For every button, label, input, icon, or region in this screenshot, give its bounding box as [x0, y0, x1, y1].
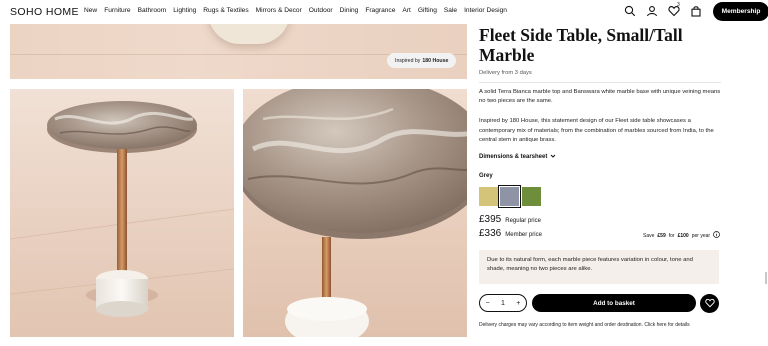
product-image-top[interactable]: [10, 24, 467, 79]
side-table-illustration: [10, 101, 234, 317]
nav-item-art[interactable]: Art: [402, 7, 410, 14]
delivery-charges-note[interactable]: Delivery charges may vary according to i…: [479, 322, 690, 328]
swatch-green[interactable]: [522, 187, 541, 206]
swatch-grey[interactable]: [498, 185, 521, 208]
swatch-yellow[interactable]: [479, 187, 498, 206]
member-price-row: £336 Member price: [479, 228, 542, 239]
save-text: Save: [643, 232, 655, 239]
heart-icon: [704, 295, 715, 313]
dimensions-toggle[interactable]: Dimensions & tearsheet: [479, 153, 556, 161]
nav-item-interior-design[interactable]: Interior Design: [464, 7, 507, 14]
nav-item-gifting[interactable]: Gifting: [418, 7, 437, 14]
badge-house-name: 180 House: [422, 57, 449, 64]
decrease-quantity-button[interactable]: −: [486, 300, 490, 307]
nav-item-dining[interactable]: Dining: [340, 7, 359, 14]
membership-button[interactable]: Membership: [713, 2, 768, 21]
nav-item-furniture[interactable]: Furniture: [104, 7, 130, 14]
regular-price: £395: [479, 214, 502, 225]
header-icons: [624, 5, 702, 17]
chevron-down-icon: [550, 153, 556, 161]
add-to-basket-button[interactable]: Add to basket: [532, 294, 696, 312]
add-to-wishlist-button[interactable]: [700, 294, 719, 313]
site-header: SOHO HOME New Furniture Bathroom Lightin…: [0, 0, 768, 24]
member-price-label: Member price: [505, 232, 542, 238]
search-icon[interactable]: [624, 5, 636, 17]
regular-price-label: Regular price: [505, 218, 541, 224]
main-nav: New Furniture Bathroom Lighting Rugs & T…: [84, 7, 507, 14]
scrollbar-thumb[interactable]: [765, 272, 767, 284]
regular-price-row: £395 Regular price: [479, 214, 541, 225]
marble-base-image: [208, 24, 290, 44]
product-description-1: A solid Terra Bianca marble top and Bans…: [479, 89, 721, 104]
product-image-closeup[interactable]: [243, 89, 467, 337]
info-icon[interactable]: [713, 231, 720, 240]
quantity-value: 1: [501, 299, 505, 307]
save-for: for: [668, 232, 675, 239]
increase-quantity-button[interactable]: +: [516, 300, 520, 307]
product-image-full-table[interactable]: [10, 89, 234, 337]
site-logo[interactable]: SOHO HOME: [10, 6, 79, 18]
natural-variation-note: Due to its natural form, each marble pie…: [479, 250, 719, 284]
divider: [479, 82, 721, 83]
nav-item-sale[interactable]: Sale: [444, 7, 457, 14]
selected-color-label: Grey: [479, 173, 493, 179]
quantity-stepper[interactable]: − 1 +: [479, 294, 527, 312]
nav-item-lighting[interactable]: Lighting: [173, 7, 196, 14]
product-title: Fleet Side Table, Small/Tall Marble: [479, 25, 683, 65]
save-period: per year: [691, 232, 711, 239]
nav-item-rugs-textiles[interactable]: Rugs & Textiles: [203, 7, 248, 14]
inspired-by-badge[interactable]: Inspired by 180 House: [387, 53, 457, 68]
save-amount: £59: [657, 232, 666, 239]
nav-item-new[interactable]: New: [84, 7, 97, 14]
delivery-estimate: Delivery from 3 days: [479, 70, 532, 76]
badge-prefix: Inspired by: [395, 57, 421, 64]
nav-item-bathroom[interactable]: Bathroom: [138, 7, 167, 14]
account-icon[interactable]: [646, 5, 658, 17]
marble-top-closeup: [243, 89, 467, 337]
nav-item-fragrance[interactable]: Fragrance: [365, 7, 395, 14]
basket-icon[interactable]: [690, 5, 702, 17]
membership-saving: Save £59 for £100 per year: [643, 231, 720, 240]
nav-item-outdoor[interactable]: Outdoor: [309, 7, 333, 14]
member-price: £336: [479, 228, 502, 239]
basket-count-badge: 3: [677, 2, 680, 8]
save-fee: £100: [677, 232, 689, 239]
product-description-2: Inspired by 180 House, this statement de…: [479, 118, 714, 143]
dimensions-label: Dimensions & tearsheet: [479, 154, 548, 160]
nav-item-mirrors-decor[interactable]: Mirrors & Decor: [256, 7, 302, 14]
